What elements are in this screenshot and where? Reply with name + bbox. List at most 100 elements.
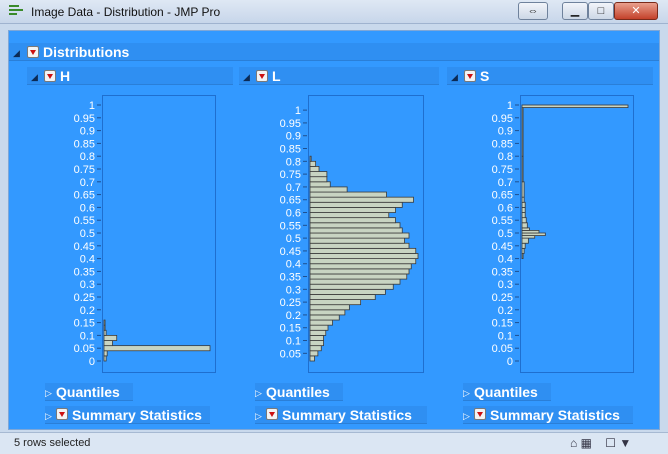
histogram-bar[interactable] xyxy=(521,196,525,203)
histogram-bar[interactable] xyxy=(103,345,211,352)
histogram-bar[interactable] xyxy=(103,324,106,331)
histogram-bar[interactable] xyxy=(309,166,320,172)
axis-tick-label: 0.2 xyxy=(286,310,301,322)
histogram-bar[interactable] xyxy=(521,237,529,244)
red-triangle-menu-icon[interactable] xyxy=(266,408,278,420)
histogram-bar[interactable] xyxy=(521,222,528,229)
red-triangle-menu-icon[interactable] xyxy=(474,408,486,420)
histogram-bar[interactable] xyxy=(309,155,312,162)
histogram-bar[interactable] xyxy=(521,201,526,208)
histogram-bar[interactable] xyxy=(309,314,340,321)
disclosure-closed-icon[interactable]: ▷ xyxy=(463,411,470,421)
histogram-bar[interactable] xyxy=(521,242,526,249)
axis-tick-label: 0.95 xyxy=(492,113,513,125)
histograms-svg: 10.950.90.850.80.750.70.650.60.550.50.45… xyxy=(74,100,629,368)
histogram-bar[interactable] xyxy=(309,242,410,249)
histogram-bar[interactable] xyxy=(521,217,527,224)
disclosure-closed-icon[interactable]: ▷ xyxy=(255,388,262,398)
disclosure-closed-icon[interactable]: ▷ xyxy=(45,388,52,398)
histogram-bar[interactable] xyxy=(309,329,327,336)
histogram-bar[interactable] xyxy=(521,212,526,219)
axis-tick-label: 0.7 xyxy=(498,177,513,189)
histogram-bar[interactable] xyxy=(309,263,412,270)
histogram-bar[interactable] xyxy=(309,268,410,275)
table-icon[interactable]: ▦ xyxy=(581,436,592,450)
back-forward-button[interactable]: ⇔ xyxy=(518,2,548,20)
histogram-bar[interactable] xyxy=(309,237,405,244)
axis-tick-label: 1 xyxy=(507,100,513,112)
histogram-bar[interactable] xyxy=(309,278,401,285)
axis-tick-label: 1 xyxy=(89,100,95,112)
histogram-bar[interactable] xyxy=(309,304,350,311)
summary-stats-label-s[interactable]: Summary Statistics xyxy=(490,407,620,423)
histogram-bar[interactable] xyxy=(103,329,107,336)
histogram-bar[interactable] xyxy=(103,350,108,357)
axis-tick-label: 0.15 xyxy=(74,318,95,330)
histogram-bar[interactable] xyxy=(103,355,107,362)
histogram-bar[interactable] xyxy=(309,201,403,208)
quantiles-label-l[interactable]: Quantiles xyxy=(266,384,330,400)
histogram-bar[interactable] xyxy=(309,288,386,295)
histogram-bar[interactable] xyxy=(309,232,410,239)
dropdown-arrow-icon[interactable]: ▼ xyxy=(619,436,631,450)
histogram-bar[interactable] xyxy=(309,258,417,265)
disclosure-closed-icon[interactable]: ▷ xyxy=(45,411,52,421)
histogram-bar[interactable] xyxy=(309,160,317,167)
maximize-button[interactable]: □ xyxy=(588,2,614,20)
histogram-bar[interactable] xyxy=(521,107,524,157)
histogram-bar[interactable] xyxy=(309,334,324,341)
histogram-bar[interactable] xyxy=(309,227,403,234)
histogram-bar[interactable] xyxy=(521,181,525,198)
histogram-bar[interactable] xyxy=(309,273,408,280)
histogram-bar[interactable] xyxy=(309,309,346,316)
histogram-bar[interactable] xyxy=(309,253,419,259)
histogram-bar[interactable] xyxy=(309,206,396,213)
axis-tick-label: 0.85 xyxy=(280,144,301,156)
histogram-bar[interactable] xyxy=(309,217,396,224)
axis-tick-label: 0 xyxy=(89,356,95,368)
histogram-bar[interactable] xyxy=(103,319,106,326)
histogram-bar[interactable] xyxy=(309,247,417,254)
histogram-bar[interactable] xyxy=(309,191,387,198)
disclosure-closed-icon[interactable]: ▷ xyxy=(255,411,262,421)
histogram-bar[interactable] xyxy=(309,355,315,362)
histogram-bar[interactable] xyxy=(103,340,113,347)
histogram-bar[interactable] xyxy=(309,176,328,183)
histogram-bar[interactable] xyxy=(309,171,328,178)
histogram-bar[interactable] xyxy=(309,181,331,188)
quantiles-label-h[interactable]: Quantiles xyxy=(56,384,120,400)
histogram-bar[interactable] xyxy=(309,319,333,326)
histogram-bar[interactable] xyxy=(309,340,324,347)
histogram-bar[interactable] xyxy=(521,247,525,254)
histogram-bar[interactable] xyxy=(521,155,524,183)
axis-tick-label: 0.35 xyxy=(74,266,95,278)
minimize-button[interactable]: ▁ xyxy=(562,2,588,20)
axis-tick-label: 0.6 xyxy=(80,202,95,214)
axis-tick-label: 0.9 xyxy=(286,131,301,143)
histogram-bar[interactable] xyxy=(309,186,348,193)
home-icon[interactable]: ⌂ xyxy=(570,436,577,450)
summary-stats-label-l[interactable]: Summary Statistics xyxy=(282,407,412,423)
histogram-bar[interactable] xyxy=(309,299,362,306)
disclosure-closed-icon[interactable]: ▷ xyxy=(463,388,470,398)
histogram-bar[interactable] xyxy=(521,253,524,259)
histogram-bar[interactable] xyxy=(309,350,319,357)
axis-tick-label: 0.4 xyxy=(286,259,301,271)
close-button[interactable]: ✕ xyxy=(614,2,658,20)
histogram-bar[interactable] xyxy=(309,283,394,290)
red-triangle-menu-icon[interactable] xyxy=(56,408,68,420)
quantiles-label-s[interactable]: Quantiles xyxy=(474,384,538,400)
histogram-bar[interactable] xyxy=(309,212,390,219)
histogram-bar[interactable] xyxy=(309,324,329,331)
axis-tick-label: 0.1 xyxy=(80,330,95,342)
summary-stats-label-h[interactable]: Summary Statistics xyxy=(72,407,202,423)
histogram-bar[interactable] xyxy=(309,345,322,352)
window-title-bar[interactable]: Image Data - Distribution - JMP Pro ⇔ ▁ … xyxy=(0,0,668,24)
histogram-bar[interactable] xyxy=(521,104,629,108)
histogram-bar[interactable] xyxy=(309,196,414,203)
histogram-bar[interactable] xyxy=(309,294,376,300)
checkbox-icon[interactable]: ☐ xyxy=(605,436,616,450)
histogram-bar[interactable] xyxy=(103,334,118,341)
histogram-bar[interactable] xyxy=(309,222,401,229)
histogram-bar[interactable] xyxy=(521,206,526,213)
